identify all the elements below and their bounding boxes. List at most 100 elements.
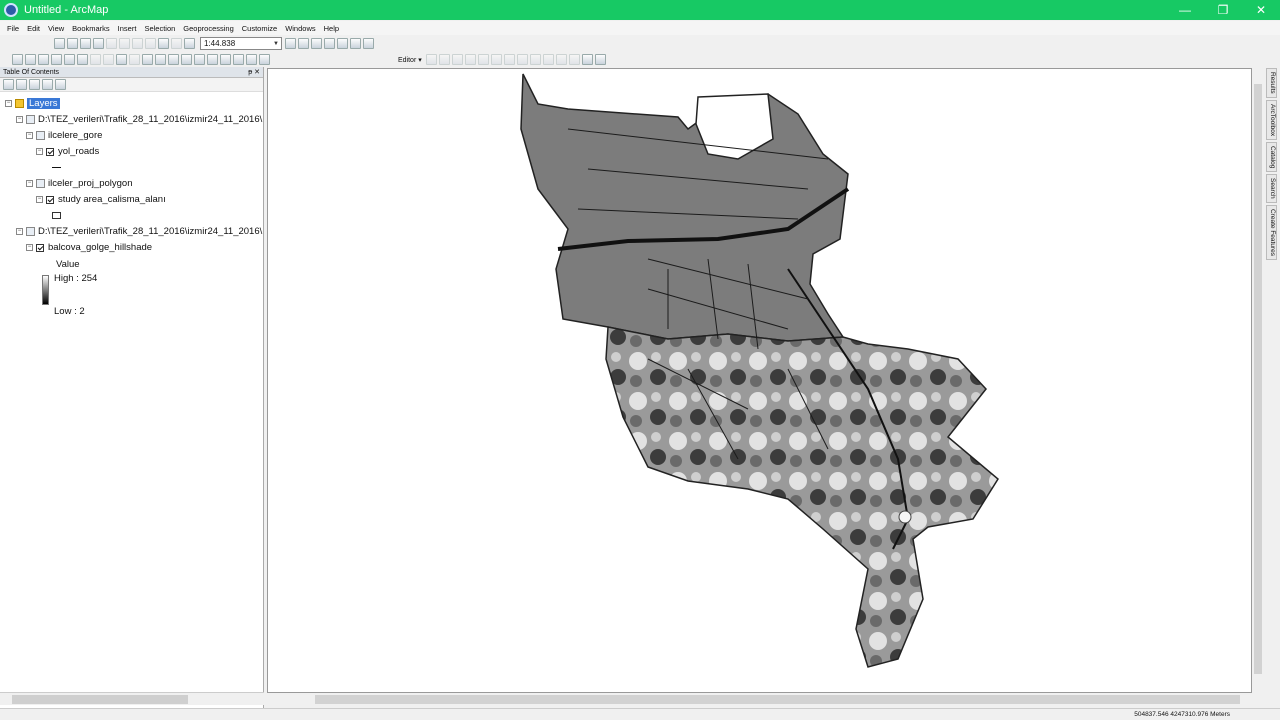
- time-slider-icon[interactable]: [246, 54, 257, 65]
- search-tab[interactable]: Search: [1266, 174, 1277, 203]
- list-by-source-icon[interactable]: [16, 79, 27, 90]
- python-window-icon[interactable]: [350, 38, 361, 49]
- full-extent-icon[interactable]: [51, 54, 62, 65]
- map-scale-combobox[interactable]: 1:44.838 ▼: [200, 37, 282, 50]
- editor-toolbar-icon[interactable]: [285, 38, 296, 49]
- edit-vertices-icon[interactable]: [477, 54, 489, 65]
- map-canvas[interactable]: [268, 69, 1252, 693]
- menu-file[interactable]: File: [7, 24, 19, 33]
- select-elements-icon[interactable]: [142, 54, 153, 65]
- scroll-thumb[interactable]: [12, 695, 188, 704]
- toc-node-hillshade[interactable]: − balcova_golge_hillshade: [26, 242, 152, 253]
- zoom-in-icon[interactable]: [12, 54, 23, 65]
- minimize-button[interactable]: —: [1166, 0, 1204, 20]
- identify-icon[interactable]: [155, 54, 166, 65]
- toc-node-ilcelere[interactable]: − ilcelere_gore: [26, 130, 102, 141]
- list-by-visibility-icon[interactable]: [29, 79, 40, 90]
- print-icon[interactable]: [93, 38, 104, 49]
- close-button[interactable]: ✕: [1242, 0, 1280, 20]
- study-area-visibility-checkbox[interactable]: [46, 195, 54, 204]
- open-folder-icon[interactable]: [67, 38, 78, 49]
- roads-visibility-checkbox[interactable]: [46, 147, 54, 156]
- toc-node-group2[interactable]: − D:\TEZ_verileri\Trafik_28_11_2016\izmi…: [16, 226, 262, 237]
- rotate-icon[interactable]: [529, 54, 541, 65]
- find-icon[interactable]: [207, 54, 218, 65]
- undo-icon[interactable]: [158, 38, 169, 49]
- redo-icon[interactable]: [171, 38, 182, 49]
- pan-hand-icon[interactable]: [38, 54, 49, 65]
- map-vertical-scrollbar[interactable]: [1252, 68, 1264, 693]
- toc-node-group1[interactable]: − D:\TEZ_verileri\Trafik_28_11_2016\izmi…: [16, 114, 262, 125]
- endpoint-arc-icon[interactable]: [464, 54, 476, 65]
- collapse-icon[interactable]: −: [5, 100, 12, 107]
- map-view[interactable]: [267, 68, 1252, 693]
- menu-insert[interactable]: Insert: [118, 24, 137, 33]
- toc-node-ilceler-proj[interactable]: − ilceler_proj_polygon: [26, 178, 133, 189]
- arctoolbox-icon[interactable]: [337, 38, 348, 49]
- edit-tool-icon[interactable]: [425, 54, 437, 65]
- scroll-thumb[interactable]: [315, 695, 1240, 704]
- toc-node-layers[interactable]: − Layers: [5, 98, 60, 109]
- paste-icon[interactable]: [132, 38, 143, 49]
- collapse-icon[interactable]: −: [26, 132, 33, 139]
- model-builder-icon[interactable]: [363, 38, 374, 49]
- menu-view[interactable]: View: [48, 24, 64, 33]
- table-of-contents-icon[interactable]: [298, 38, 309, 49]
- collapse-icon[interactable]: −: [16, 116, 23, 123]
- go-to-xy-icon[interactable]: [233, 54, 244, 65]
- editor-menu-button[interactable]: Editor ▾: [398, 56, 422, 64]
- measure-icon[interactable]: [194, 54, 205, 65]
- collapse-icon[interactable]: −: [26, 180, 33, 187]
- split-icon[interactable]: [516, 54, 528, 65]
- collapse-icon[interactable]: −: [26, 244, 33, 251]
- menu-customize[interactable]: Customize: [242, 24, 277, 33]
- hyperlink-icon[interactable]: [168, 54, 179, 65]
- cut-polygons-icon[interactable]: [503, 54, 515, 65]
- menu-selection[interactable]: Selection: [144, 24, 175, 33]
- collapse-icon[interactable]: −: [36, 148, 43, 155]
- collapse-icon[interactable]: −: [16, 228, 23, 235]
- toc-horizontal-scrollbar[interactable]: [0, 692, 264, 705]
- fixed-zoom-in-icon[interactable]: [64, 54, 75, 65]
- save-icon[interactable]: [80, 38, 91, 49]
- maximize-button[interactable]: ❐: [1204, 0, 1242, 20]
- catalog-window-icon[interactable]: [311, 38, 322, 49]
- back-extent-icon[interactable]: [90, 54, 101, 65]
- sketch-properties-icon[interactable]: [555, 54, 567, 65]
- scroll-thumb[interactable]: [1254, 84, 1262, 674]
- chevron-down-icon[interactable]: ▼: [273, 41, 281, 47]
- menu-windows[interactable]: Windows: [285, 24, 315, 33]
- menu-help[interactable]: Help: [324, 24, 339, 33]
- select-features-icon[interactable]: [116, 54, 127, 65]
- straight-segment-icon[interactable]: [438, 54, 450, 65]
- add-data-icon[interactable]: [184, 38, 195, 49]
- toc-node-study-area[interactable]: − study area_calisma_alanı: [36, 194, 166, 205]
- search-window-icon[interactable]: [324, 38, 335, 49]
- menu-bookmarks[interactable]: Bookmarks: [72, 24, 110, 33]
- forward-extent-icon[interactable]: [103, 54, 114, 65]
- clear-selection-icon[interactable]: [129, 54, 140, 65]
- hammer-tool-icon[interactable]: [594, 54, 606, 65]
- wrench-tool-icon[interactable]: [581, 54, 593, 65]
- menu-geoprocessing[interactable]: Geoprocessing: [183, 24, 233, 33]
- arctoolbox-tab[interactable]: ArcToolbox: [1266, 99, 1277, 140]
- html-popup-icon[interactable]: [181, 54, 192, 65]
- create-features-icon[interactable]: [568, 54, 580, 65]
- toc-options-icon[interactable]: [55, 79, 66, 90]
- create-viewer-icon[interactable]: [259, 54, 270, 65]
- collapse-icon[interactable]: −: [36, 196, 43, 203]
- create-features-tab[interactable]: Create Features: [1266, 204, 1277, 260]
- toc-node-roads[interactable]: − yol_roads: [36, 146, 99, 157]
- find-route-icon[interactable]: [220, 54, 231, 65]
- results-tab[interactable]: Results: [1266, 68, 1277, 98]
- list-by-drawing-order-icon[interactable]: [3, 79, 14, 90]
- layers-data-frame-label[interactable]: Layers: [27, 98, 60, 109]
- cut-icon[interactable]: [106, 38, 117, 49]
- copy-icon[interactable]: [119, 38, 130, 49]
- new-document-icon[interactable]: [54, 38, 65, 49]
- menu-edit[interactable]: Edit: [27, 24, 40, 33]
- delete-icon[interactable]: [145, 38, 156, 49]
- reshape-icon[interactable]: [490, 54, 502, 65]
- toc-pin-close-icon[interactable]: ᵽ ✕: [248, 68, 260, 76]
- list-by-selection-icon[interactable]: [42, 79, 53, 90]
